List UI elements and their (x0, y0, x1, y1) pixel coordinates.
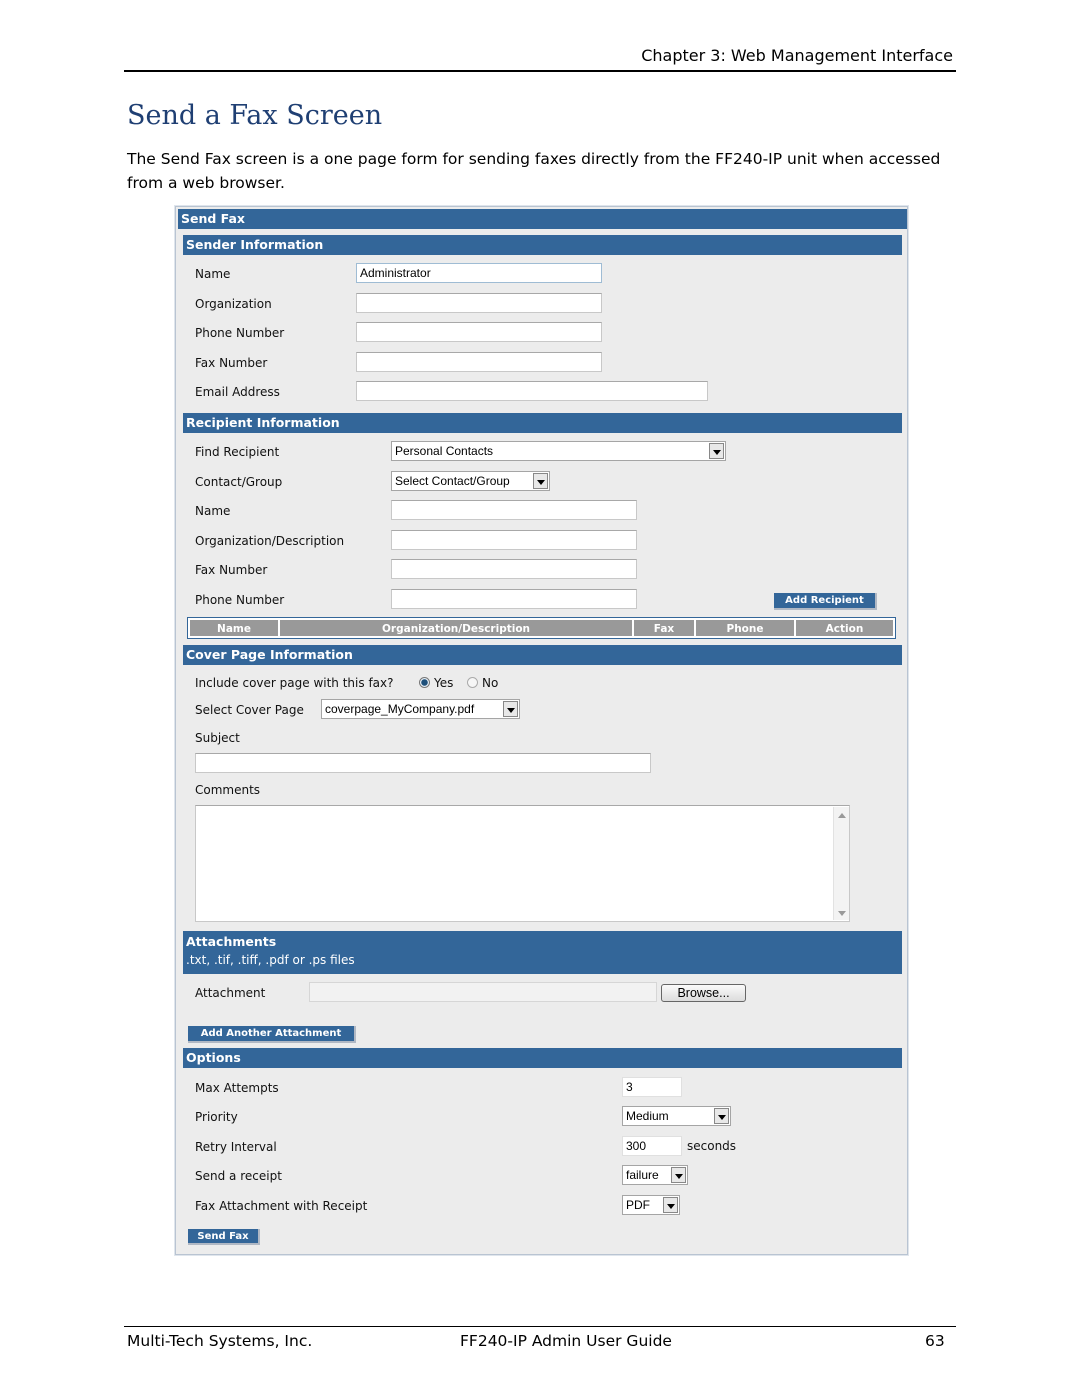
cover-page-value: coverpage_MyCompany.pdf (325, 702, 475, 716)
cover-page-select[interactable]: coverpage_MyCompany.pdf (321, 699, 520, 719)
contact-group-select[interactable]: Select Contact/Group (391, 471, 550, 491)
recipient-phone-label: Phone Number (195, 593, 285, 607)
recipient-name-input[interactable] (391, 500, 637, 520)
section-title: Send a Fax Screen (127, 100, 383, 131)
find-recipient-select[interactable]: Personal Contacts (391, 441, 726, 461)
max-attempts-label: Max Attempts (195, 1081, 279, 1095)
max-attempts-input[interactable]: 3 (622, 1077, 682, 1097)
options-section-header: Options (183, 1048, 902, 1068)
send-receipt-select[interactable]: failure (622, 1165, 688, 1185)
comments-label: Comments (195, 783, 261, 797)
col-header-fax: Fax (633, 619, 695, 637)
footer-rule (124, 1326, 956, 1327)
retry-unit-label: seconds (687, 1139, 737, 1153)
comments-textarea[interactable] (195, 805, 850, 922)
chevron-down-icon (714, 1108, 729, 1124)
contact-group-label: Contact/Group (195, 475, 283, 489)
fax-attachment-receipt-label: Fax Attachment with Receipt (195, 1199, 368, 1213)
recipient-fax-label: Fax Number (195, 563, 268, 577)
chevron-down-icon (709, 443, 724, 459)
sender-name-input[interactable]: Administrator (356, 263, 602, 283)
cover-section-header: Cover Page Information (183, 645, 902, 665)
attachments-title: Attachments (186, 934, 277, 949)
priority-label: Priority (195, 1110, 238, 1124)
cover-yes-label: Yes (434, 676, 454, 690)
form-title-bar: Send Fax (178, 209, 907, 229)
recipient-organization-input[interactable] (391, 530, 637, 550)
chevron-down-icon (671, 1167, 686, 1183)
scroll-up-icon[interactable] (838, 813, 846, 818)
attachment-file-input[interactable] (309, 982, 657, 1002)
comments-scrollbar[interactable] (833, 807, 849, 920)
intro-paragraph: The Send Fax screen is a one page form f… (127, 150, 941, 192)
cover-yes-radio[interactable] (419, 677, 430, 688)
find-recipient-value: Personal Contacts (395, 444, 494, 458)
chevron-down-icon (503, 701, 518, 717)
attachments-section-header: Attachments .txt, .tif, .tiff, .pdf or .… (183, 931, 902, 974)
fax-attachment-receipt-select[interactable]: PDF (622, 1195, 680, 1215)
add-recipient-button[interactable]: Add Recipient (774, 593, 877, 610)
send-fax-form: Send Fax Sender Information Name Adminis… (175, 206, 908, 1255)
add-another-attachment-button[interactable]: Add Another Attachment (188, 1026, 356, 1043)
footer-page-number: 63 (925, 1332, 945, 1350)
sender-phone-input[interactable] (356, 322, 602, 342)
sender-email-input[interactable] (356, 381, 708, 401)
footer-guide-title: FF240-IP Admin User Guide (460, 1332, 672, 1350)
include-cover-label: Include cover page with this fax? (195, 676, 394, 690)
send-receipt-value: failure (626, 1168, 659, 1182)
col-header-phone: Phone (695, 619, 795, 637)
priority-select[interactable]: Medium (622, 1106, 731, 1126)
retry-interval-label: Retry Interval (195, 1140, 277, 1154)
contact-group-value: Select Contact/Group (395, 474, 510, 488)
recipient-organization-label: Organization/Description (195, 534, 345, 548)
recipient-section-header: Recipient Information (183, 413, 902, 433)
cover-no-label: No (482, 676, 499, 690)
fax-attachment-receipt-value: PDF (626, 1198, 650, 1212)
sender-section-header: Sender Information (183, 235, 902, 255)
col-header-organization: Organization/Description (279, 619, 633, 637)
col-header-name: Name (189, 619, 279, 637)
sender-fax-input[interactable] (356, 352, 602, 372)
select-cover-label: Select Cover Page (195, 703, 304, 717)
recipient-name-label: Name (195, 504, 231, 518)
recipient-phone-input[interactable] (391, 589, 637, 609)
footer-company: Multi-Tech Systems, Inc. (127, 1332, 313, 1350)
recipients-table: Name Organization/Description Fax Phone … (187, 617, 896, 639)
sender-name-label: Name (195, 267, 231, 281)
chevron-down-icon (533, 473, 548, 489)
retry-interval-input[interactable]: 300 (622, 1136, 682, 1156)
sender-fax-label: Fax Number (195, 356, 268, 370)
scroll-down-icon[interactable] (838, 911, 846, 916)
find-recipient-label: Find Recipient (195, 445, 280, 459)
send-fax-button[interactable]: Send Fax (188, 1229, 260, 1245)
browse-button[interactable]: Browse... (661, 984, 746, 1002)
subject-input[interactable] (195, 753, 651, 773)
chapter-header: Chapter 3: Web Management Interface (641, 46, 953, 65)
priority-value: Medium (626, 1109, 669, 1123)
attachments-subheader: .txt, .tif, .tiff, .pdf or .ps files (186, 953, 355, 967)
sender-organization-label: Organization (195, 297, 272, 311)
recipient-fax-input[interactable] (391, 559, 637, 579)
sender-organization-input[interactable] (356, 293, 602, 313)
sender-phone-label: Phone Number (195, 326, 285, 340)
send-receipt-label: Send a receipt (195, 1169, 282, 1183)
subject-label: Subject (195, 731, 240, 745)
col-header-action: Action (795, 619, 894, 637)
attachment-label: Attachment (195, 986, 266, 1000)
cover-no-radio[interactable] (467, 677, 478, 688)
chevron-down-icon (663, 1197, 678, 1213)
header-rule (124, 70, 956, 72)
sender-email-label: Email Address (195, 385, 280, 399)
